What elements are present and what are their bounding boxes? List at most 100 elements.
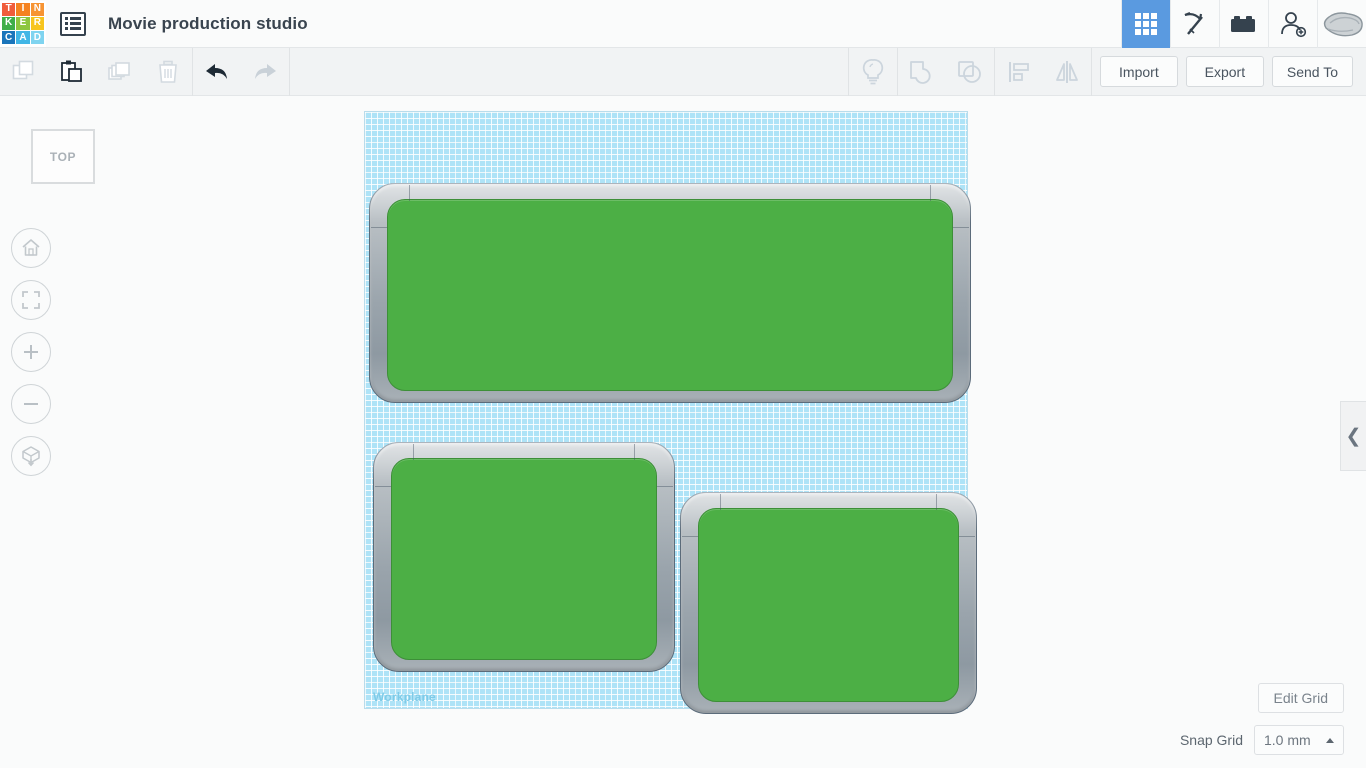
group-button[interactable] (898, 48, 946, 96)
redo-button[interactable] (241, 48, 289, 96)
pipe-seam (953, 227, 969, 228)
lego-brick-icon (1231, 15, 1255, 32)
zoom-in-button[interactable] (11, 332, 51, 372)
visibility-tool-group (849, 48, 897, 96)
export-button[interactable]: Export (1185, 56, 1264, 87)
panel-surface-medium (391, 458, 657, 660)
edit-tool-group (0, 48, 192, 96)
align-tool-group (995, 48, 1091, 96)
viewport-canvas[interactable]: Workplane TOP ❮ Edit Grid Snap Grid 1.0 … (0, 96, 1366, 768)
tinkercad-logo[interactable]: T I N K E R C A D (0, 0, 46, 47)
pipe-seam (930, 185, 931, 201)
align-icon (1008, 61, 1029, 82)
profile-button[interactable] (1317, 0, 1366, 48)
toolbar-divider-2 (289, 47, 290, 96)
right-panel-toggle[interactable]: ❮ (1340, 401, 1366, 471)
snap-grid-row: Snap Grid 1.0 mm (1180, 725, 1344, 755)
pipe-seam (634, 444, 635, 460)
logo-tile-n: N (30, 2, 44, 16)
chevron-left-icon: ❮ (1345, 425, 1362, 447)
header-tool-group (1121, 0, 1366, 48)
workplane-label: Workplane (373, 690, 436, 704)
home-icon (22, 239, 40, 256)
cube-perspective-icon (22, 446, 40, 467)
snap-grid-select[interactable]: 1.0 mm (1254, 725, 1344, 755)
logo-tile-a: A (16, 31, 30, 45)
tinkercad-app: T I N K E R C A D Movie production studi… (0, 0, 1366, 768)
lightbulb-icon (862, 58, 884, 84)
ungroup-button[interactable] (946, 48, 994, 96)
history-tool-group (193, 48, 289, 96)
mirror-icon (1055, 60, 1078, 83)
page-title: Movie production studio (108, 13, 308, 33)
pipe-seam (371, 227, 387, 228)
duplicate-button[interactable] (96, 48, 144, 96)
import-button[interactable]: Import (1099, 56, 1178, 87)
logo-tile-c: C (2, 31, 16, 45)
view-cube[interactable]: TOP (31, 129, 95, 184)
paste-icon (61, 60, 82, 82)
stone-blob-icon (1323, 11, 1363, 36)
caret-up-icon (1326, 737, 1334, 743)
redo-arrow-icon (255, 63, 276, 79)
hide-button[interactable] (849, 48, 897, 96)
mirror-button[interactable] (1043, 48, 1091, 96)
app-header: T I N K E R C A D Movie production studi… (0, 0, 1366, 48)
logo-tile-i: I (16, 2, 30, 16)
edit-grid-button[interactable]: Edit Grid (1257, 683, 1344, 713)
main-toolbar: Import Export Send To (0, 47, 1366, 96)
align-button[interactable] (995, 48, 1043, 96)
green-panel-large[interactable] (369, 183, 971, 403)
logo-tile-d: D (30, 31, 44, 45)
pickaxe-icon (1184, 11, 1203, 35)
ungroup-shapes-icon (957, 60, 981, 83)
blocks-button[interactable] (1219, 0, 1268, 48)
add-user-icon (1281, 11, 1307, 37)
view-cube-face-label: TOP (49, 149, 77, 164)
grid-icon (1135, 12, 1157, 35)
file-action-group: Import Export Send To (1092, 56, 1353, 87)
panel-surface-large (387, 199, 953, 391)
pipe-seam (720, 494, 721, 510)
paste-button[interactable] (48, 48, 96, 96)
pipe-seam (936, 494, 937, 510)
group-shapes-icon (909, 60, 931, 84)
grid-view-button[interactable] (1121, 0, 1170, 48)
pipe-seam (409, 185, 410, 201)
invite-people-button[interactable] (1268, 0, 1317, 48)
pipe-seam (959, 536, 975, 537)
pipe-seam (657, 486, 673, 487)
trash-icon (159, 60, 177, 83)
send-to-button[interactable]: Send To (1271, 56, 1353, 87)
zoom-out-button[interactable] (11, 384, 51, 424)
home-view-button[interactable] (11, 228, 51, 268)
orthographic-toggle-button[interactable] (11, 436, 51, 476)
snap-grid-value: 1.0 mm (1264, 732, 1311, 748)
undo-button[interactable] (193, 48, 241, 96)
duplicate-icon (108, 61, 130, 80)
copy-icon (12, 60, 34, 79)
green-panel-small[interactable] (680, 492, 977, 714)
workplane-grid[interactable]: Workplane (365, 112, 977, 714)
group-tool-group (898, 48, 994, 96)
logo-tile-e: E (16, 16, 30, 31)
view-controls (11, 228, 51, 488)
logo-tile-t: T (2, 2, 16, 16)
fit-to-view-button[interactable] (11, 280, 51, 320)
undo-arrow-icon (206, 63, 227, 79)
snap-grid-label: Snap Grid (1179, 732, 1243, 748)
logo-tile-k: K (2, 16, 16, 31)
pipe-seam (413, 444, 414, 460)
plus-icon (24, 345, 38, 359)
logo-tile-r: R (30, 16, 44, 31)
pipe-seam (682, 536, 698, 537)
pipe-seam (375, 486, 391, 487)
green-panel-medium[interactable] (373, 442, 675, 672)
list-document-icon[interactable] (60, 11, 86, 36)
delete-button[interactable] (144, 48, 192, 96)
codeblocks-button[interactable] (1170, 0, 1219, 48)
minus-icon (24, 403, 38, 405)
copy-button[interactable] (0, 48, 48, 96)
panel-surface-small (698, 508, 959, 702)
fit-frame-icon (22, 291, 40, 309)
